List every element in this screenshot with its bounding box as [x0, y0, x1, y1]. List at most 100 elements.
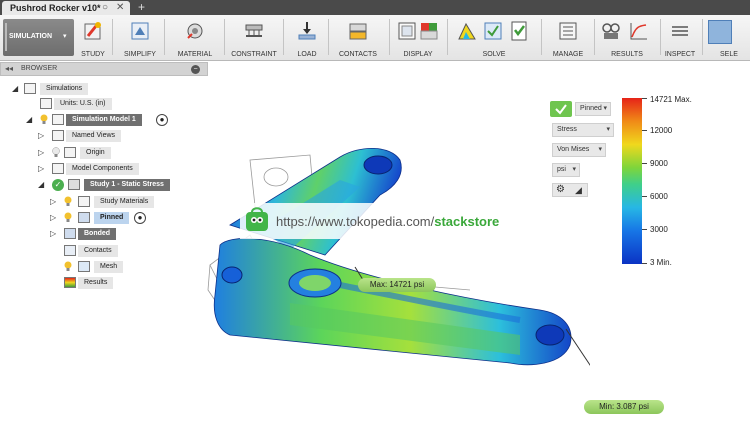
- tree-item-label: Results: [78, 277, 114, 289]
- inspect-label: INSPECT: [664, 51, 696, 58]
- constraint-icon: [245, 24, 263, 37]
- units-dropdown[interactable]: psi ▾: [552, 163, 580, 177]
- save-status-icon: ○: [102, 2, 109, 13]
- manage-button[interactable]: MANAGE: [546, 18, 590, 58]
- simplify-label: SIMPLIFY: [124, 51, 156, 58]
- contacts-button[interactable]: CONTACTS: [332, 18, 384, 58]
- expand-arrow-icon[interactable]: ▷: [38, 148, 44, 158]
- display-color-icon: [420, 23, 438, 40]
- check-icon: ✓: [52, 179, 64, 191]
- load-button[interactable]: LOAD: [290, 18, 324, 58]
- max-stress-callout: Max: 14721 psi: [358, 278, 436, 292]
- tree-item-bonded[interactable]: ▷ Bonded: [0, 227, 200, 241]
- chevron-down-icon: ▾: [606, 126, 610, 133]
- result-type-dropdown[interactable]: Stress ▾: [552, 123, 614, 137]
- mesh-icon: [78, 261, 90, 272]
- solve-button[interactable]: SOLVE: [452, 18, 536, 58]
- select-button[interactable]: SELE: [706, 18, 750, 58]
- materials-icon: [78, 196, 90, 207]
- results-button[interactable]: RESULTS: [598, 18, 656, 58]
- tree-item-label: Contacts: [78, 245, 118, 257]
- study-icon: [68, 179, 80, 190]
- workspace-switcher[interactable]: SIMULATION ▾: [3, 19, 74, 56]
- display-button[interactable]: DISPLAY: [394, 18, 442, 58]
- display-label: DISPLAY: [403, 51, 433, 58]
- store-logo-icon: [246, 207, 268, 231]
- collapse-arrow-icon[interactable]: ◢: [38, 180, 44, 190]
- tree-item-results[interactable]: Results: [0, 276, 200, 290]
- legend-ok-button[interactable]: [550, 101, 572, 117]
- inspect-icon: [672, 26, 688, 36]
- tree-item-contacts[interactable]: Contacts: [0, 244, 200, 258]
- legend-min-label: 3 Min.: [650, 258, 672, 267]
- activate-radio-icon[interactable]: ●: [134, 212, 146, 224]
- tree-item-label: Units: U.S. (in): [54, 98, 112, 110]
- visibility-bulb-icon[interactable]: [52, 147, 60, 158]
- workspace-label: SIMULATION: [9, 33, 53, 40]
- stress-component-dropdown[interactable]: Von Mises ▾: [552, 143, 606, 157]
- solve-pre-check-icon: [484, 22, 502, 40]
- left-bore: [221, 266, 243, 284]
- manage-icon: [559, 22, 577, 40]
- collapse-arrow-icon[interactable]: ◢: [26, 115, 32, 125]
- visibility-bulb-icon[interactable]: [64, 196, 72, 207]
- browser-title: BROWSER: [21, 65, 58, 72]
- watermark-text: https://www.tokopedia.com/stackstore: [276, 214, 499, 229]
- expand-arrow-icon[interactable]: ▷: [50, 197, 56, 207]
- material-button[interactable]: MATERIAL: [170, 18, 220, 58]
- study-icon: [84, 22, 101, 40]
- tree-item-simulation-model[interactable]: ◢ Simulation Model 1 ●: [0, 113, 200, 127]
- contacts-label: CONTACTS: [339, 51, 377, 58]
- browser-toggle-icon[interactable]: −: [191, 65, 200, 74]
- legend-result-value: Pinned: [580, 105, 602, 112]
- units-value: psi: [557, 166, 566, 173]
- constraint-button[interactable]: CONSTRAINT: [230, 18, 278, 58]
- min-stress-callout: Min: 3.087 psi: [584, 400, 664, 414]
- tree-item-units[interactable]: Units: U.S. (in): [0, 97, 200, 111]
- gear-icon[interactable]: ⚙: [556, 184, 565, 196]
- simplify-button[interactable]: SIMPLIFY: [120, 18, 160, 58]
- legend-max-label: 14721 Max.: [650, 95, 692, 104]
- collapse-arrow-icon[interactable]: ◢: [12, 84, 18, 94]
- expand-arrow-icon[interactable]: ▷: [38, 131, 44, 141]
- visibility-bulb-icon[interactable]: [64, 212, 72, 223]
- tree-item-origin[interactable]: ▷ Origin: [0, 146, 200, 160]
- tree-item-label: Mesh: [94, 261, 124, 273]
- close-icon[interactable]: ✕: [116, 2, 124, 14]
- tree-item-named-views[interactable]: ▷ Named Views: [0, 129, 200, 143]
- activate-radio-icon[interactable]: ●: [156, 114, 168, 126]
- load-icon: [298, 22, 316, 40]
- tree-item-label: Study 1 - Static Stress: [84, 179, 170, 191]
- document-tab[interactable]: Pushrod Rocker v10* ○ ✕: [2, 1, 130, 15]
- legend-result-dropdown[interactable]: Pinned ▾: [575, 102, 611, 116]
- expand-arrow-icon[interactable]: ▷: [50, 229, 56, 239]
- constraint-icon: [78, 212, 90, 223]
- adjust-icon[interactable]: ◢: [575, 184, 582, 196]
- folder-icon: [64, 147, 76, 158]
- tree-item-pinned[interactable]: ▷ Pinned ●: [0, 211, 200, 225]
- watermark-url: https://www.tokopedia.com/: [276, 214, 435, 229]
- visibility-bulb-icon[interactable]: [40, 114, 48, 125]
- document-icon: [40, 98, 52, 109]
- simplify-icon: [131, 22, 149, 40]
- pushrod-rocker-model[interactable]: [190, 115, 590, 375]
- study-button[interactable]: STUDY: [78, 18, 108, 58]
- tree-item-label: Named Views: [66, 130, 122, 142]
- new-tab-button[interactable]: +: [138, 0, 145, 14]
- visibility-bulb-icon[interactable]: [64, 261, 72, 272]
- legend-options: ⚙ ◢: [552, 183, 588, 197]
- collapse-panel-icon[interactable]: ◂◂: [5, 64, 13, 73]
- solve-icon: [511, 21, 527, 41]
- tree-item-mesh[interactable]: Mesh: [0, 260, 200, 274]
- expand-arrow-icon[interactable]: ▷: [50, 213, 56, 223]
- results-label: RESULTS: [611, 51, 643, 58]
- study-label: STUDY: [81, 51, 105, 58]
- tree-item-study-1[interactable]: ◢ ✓ Study 1 - Static Stress: [0, 178, 200, 192]
- tree-item-simulations[interactable]: ◢ Simulations: [0, 82, 200, 96]
- inspect-button[interactable]: INSPECT: [662, 18, 698, 58]
- tree-item-study-materials[interactable]: ▷ Study Materials: [0, 195, 200, 209]
- folder-icon: [52, 163, 64, 174]
- tree-item-model-components[interactable]: ▷ Model Components: [0, 162, 200, 176]
- expand-arrow-icon[interactable]: ▷: [38, 164, 44, 174]
- watermark-brand: stackstore: [434, 214, 500, 229]
